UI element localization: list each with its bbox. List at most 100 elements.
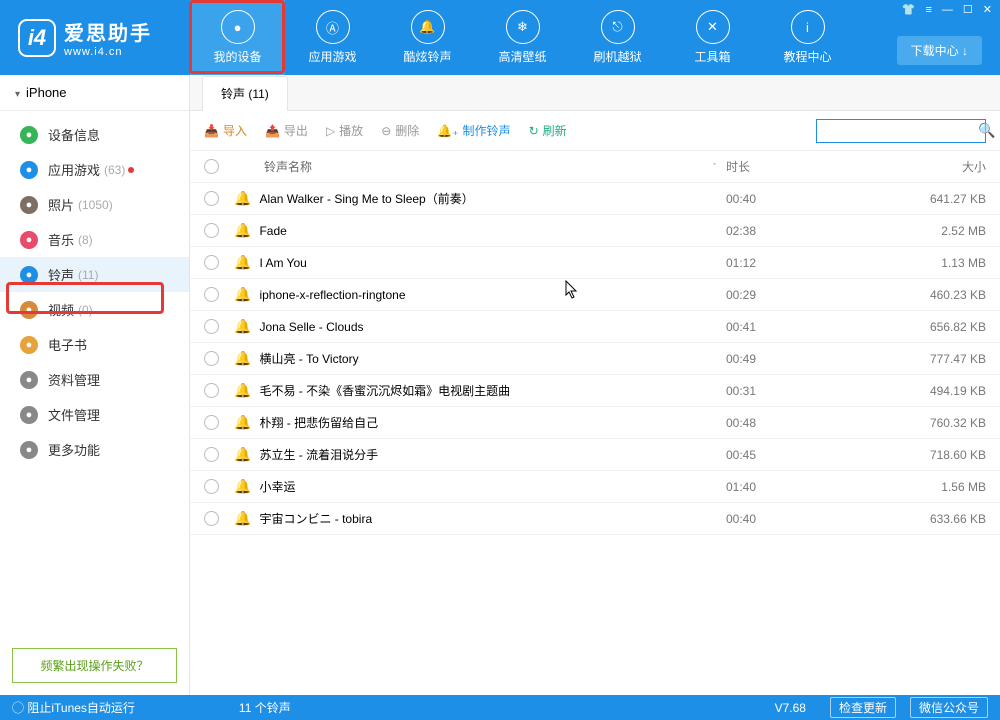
topnav-flash[interactable]: ⎋刷机越狱	[570, 0, 665, 75]
video-icon: ●	[20, 301, 38, 319]
table-row[interactable]: 🔔Jona Selle - Clouds00:41656.82 KB	[190, 311, 1000, 343]
sidebar-item-video[interactable]: ●视频(0)	[0, 292, 189, 327]
table-row[interactable]: 🔔宇宙コンビニ - tobira00:40633.66 KB	[190, 503, 1000, 535]
make-ringtone-button[interactable]: 🔔₊ 制作铃声	[437, 122, 510, 139]
version-label: V7.68	[775, 701, 806, 715]
row-select-radio[interactable]	[204, 415, 219, 430]
row-select-radio[interactable]	[204, 255, 219, 270]
app-name: 爱思助手	[64, 17, 152, 46]
col-duration[interactable]: 时长	[726, 158, 876, 175]
topnav-tools[interactable]: ✕工具箱	[665, 0, 760, 75]
col-size[interactable]: 大小	[876, 158, 986, 175]
table-row[interactable]: 🔔横山亮 - To Victory00:49777.47 KB	[190, 343, 1000, 375]
device-icon: ●	[221, 10, 255, 44]
sidebar-item-data[interactable]: ●资料管理	[0, 362, 189, 397]
apps-icon: ●	[20, 161, 38, 179]
sidebar-item-music[interactable]: ●音乐(8)	[0, 222, 189, 257]
sidebar-item-info[interactable]: ●设备信息	[0, 117, 189, 152]
bell-icon: 🔔	[234, 510, 251, 527]
check-update-button[interactable]: 检查更新	[830, 697, 896, 718]
topnav-apps[interactable]: Ⓐ应用游戏	[285, 0, 380, 75]
bell-icon: 🔔	[234, 190, 251, 207]
bell-icon: 🔔	[234, 286, 251, 303]
app-url: www.i4.cn	[64, 46, 152, 58]
refresh-button[interactable]: ↻ 刷新	[529, 122, 567, 139]
itunes-toggle[interactable]: ◯ 阻止iTunes自动运行	[12, 699, 135, 716]
info-icon: ●	[20, 126, 38, 144]
sidebar-item-more[interactable]: ●更多功能	[0, 432, 189, 467]
table-row[interactable]: 🔔小幸运01:401.56 MB	[190, 471, 1000, 503]
sidebar-item-file[interactable]: ●文件管理	[0, 397, 189, 432]
tab-bar: 铃声 (11)	[190, 75, 1000, 111]
music-icon: ●	[20, 231, 38, 249]
wall-icon: ❄	[506, 10, 540, 44]
row-select-radio[interactable]	[204, 319, 219, 334]
row-select-radio[interactable]	[204, 479, 219, 494]
minimize-icon[interactable]: —	[942, 4, 953, 16]
search-box[interactable]: 🔍	[816, 119, 986, 143]
play-button[interactable]: ▷ 播放	[326, 122, 363, 139]
row-select-radio[interactable]	[204, 511, 219, 526]
topnav-device[interactable]: ●我的设备	[190, 0, 285, 75]
toolbar: 📥 导入 📤 导出 ▷ 播放 ⊖ 删除 🔔₊ 制作铃声 ↻ 刷新 🔍	[190, 111, 1000, 151]
logo: i4 爱思助手 www.i4.cn	[0, 17, 190, 58]
apps-icon: Ⓐ	[316, 10, 350, 44]
delete-button[interactable]: ⊖ 删除	[381, 122, 419, 139]
sidebar-item-photo[interactable]: ●照片(1050)	[0, 187, 189, 222]
sidebar-item-book[interactable]: ●电子书	[0, 327, 189, 362]
bell-icon: 🔔	[234, 382, 251, 399]
topnav-ring[interactable]: 🔔酷炫铃声	[380, 0, 475, 75]
topnav-wall[interactable]: ❄高清壁纸	[475, 0, 570, 75]
search-input[interactable]	[823, 124, 978, 138]
flash-icon: ⎋	[601, 10, 635, 44]
top-nav: ●我的设备Ⓐ应用游戏🔔酷炫铃声❄高清壁纸⎋刷机越狱✕工具箱i教程中心	[190, 0, 855, 75]
topnav-help[interactable]: i教程中心	[760, 0, 855, 75]
rington-icon: ●	[20, 266, 38, 284]
logo-icon: i4	[18, 19, 56, 57]
bell-icon: 🔔	[234, 478, 251, 495]
table-row[interactable]: 🔔毛不易 - 不染《香蜜沉沉烬如霜》电视剧主题曲00:31494.19 KB	[190, 375, 1000, 407]
help-link[interactable]: 频繁出现操作失败？	[12, 648, 177, 683]
col-name[interactable]: 铃声名称 ˆ	[234, 158, 726, 175]
row-select-radio[interactable]	[204, 351, 219, 366]
sidebar-item-apps[interactable]: ●应用游戏(63)	[0, 152, 189, 187]
import-button[interactable]: 📥 导入	[204, 122, 247, 139]
book-icon: ●	[20, 336, 38, 354]
select-all-radio[interactable]	[204, 159, 219, 174]
help-icon: i	[791, 10, 825, 44]
wechat-button[interactable]: 微信公众号	[910, 697, 988, 718]
bell-icon: 🔔	[234, 254, 251, 271]
maximize-icon[interactable]: ☐	[963, 3, 973, 16]
export-button[interactable]: 📤 导出	[265, 122, 308, 139]
search-icon[interactable]: 🔍	[978, 122, 995, 139]
row-select-radio[interactable]	[204, 287, 219, 302]
ring-icon: 🔔	[411, 10, 445, 44]
table-row[interactable]: 🔔I Am You01:121.13 MB	[190, 247, 1000, 279]
file-icon: ●	[20, 406, 38, 424]
shirt-icon[interactable]: 👕	[902, 3, 916, 16]
table-row[interactable]: 🔔Fade02:382.52 MB	[190, 215, 1000, 247]
more-icon: ●	[20, 441, 38, 459]
row-select-radio[interactable]	[204, 383, 219, 398]
status-bar: ◯ 阻止iTunes自动运行 11 个铃声 V7.68 检查更新 微信公众号	[0, 695, 1000, 720]
row-select-radio[interactable]	[204, 223, 219, 238]
table-row[interactable]: 🔔苏立生 - 流着泪说分手00:45718.60 KB	[190, 439, 1000, 471]
row-select-radio[interactable]	[204, 191, 219, 206]
sort-caret-icon: ˆ	[713, 162, 716, 172]
close-icon[interactable]: ✕	[983, 3, 992, 16]
app-header: i4 爱思助手 www.i4.cn ●我的设备Ⓐ应用游戏🔔酷炫铃声❄高清壁纸⎋刷…	[0, 0, 1000, 75]
bell-icon: 🔔	[234, 446, 251, 463]
bell-icon: 🔔	[234, 318, 251, 335]
bell-icon: 🔔	[234, 414, 251, 431]
device-selector[interactable]: iPhone	[0, 75, 189, 111]
status-count: 11 个铃声	[239, 699, 291, 716]
row-select-radio[interactable]	[204, 447, 219, 462]
tools-icon: ✕	[696, 10, 730, 44]
table-row[interactable]: 🔔iphone-x-reflection-ringtone00:29460.23…	[190, 279, 1000, 311]
download-center-button[interactable]: 下载中心 ↓	[897, 36, 982, 65]
tab-ringtones[interactable]: 铃声 (11)	[202, 76, 288, 111]
menu-icon[interactable]: ≡	[925, 4, 931, 16]
table-row[interactable]: 🔔Alan Walker - Sing Me to Sleep（前奏）00:40…	[190, 183, 1000, 215]
table-row[interactable]: 🔔朴翔 - 把悲伤留给自己00:48760.32 KB	[190, 407, 1000, 439]
sidebar-item-rington[interactable]: ●铃声(11)	[0, 257, 189, 292]
